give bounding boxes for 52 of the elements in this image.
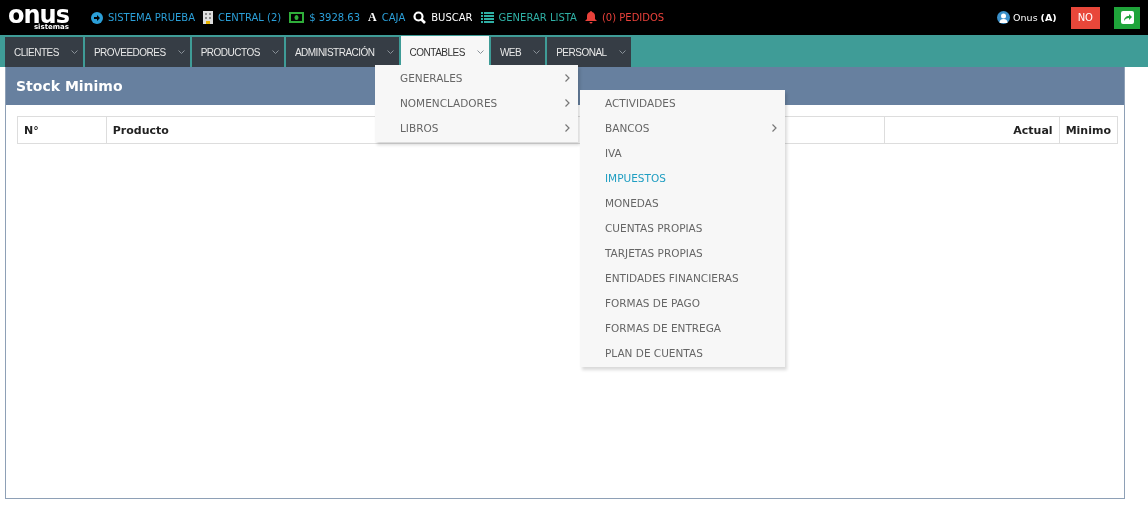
chevron-down-icon	[271, 50, 279, 54]
column-header: N°	[17, 116, 107, 144]
menu-item[interactable]: MONEDAS	[580, 190, 785, 215]
menu-item[interactable]: TARJETAS PROPIAS	[580, 240, 785, 265]
menu-item[interactable]: ENTIDADES FINANCIERAS	[580, 265, 785, 290]
user-name[interactable]: Onus	[1013, 12, 1038, 23]
chevron-right-icon	[772, 123, 777, 132]
search-icon	[413, 11, 427, 24]
topbar-link[interactable]: BUSCAR	[431, 12, 473, 23]
user-role: (A)	[1040, 12, 1057, 23]
chevron-down-icon	[533, 50, 541, 54]
menu-item[interactable]: FORMAS DE ENTREGA	[580, 315, 785, 340]
topbar-link[interactable]: (0) PEDIDOS	[601, 12, 665, 23]
chevron-down-icon	[476, 50, 484, 54]
column-header: Actual	[884, 116, 1060, 144]
nav-tab[interactable]: WEB	[488, 37, 546, 67]
menu-item[interactable]: LIBROS	[375, 115, 578, 140]
chevron-right-icon	[565, 98, 570, 107]
bell-icon	[584, 11, 597, 24]
menu-item[interactable]: PLAN DE CUENTAS	[580, 340, 785, 365]
nav-tab[interactable]: CONTABLES	[398, 36, 489, 68]
topbar-link[interactable]: $ 3928.63	[309, 12, 361, 23]
topbar-link[interactable]: SISTEMA PRUEBA	[107, 12, 195, 23]
chevron-right-icon	[565, 73, 570, 82]
menu-item[interactable]: GENERALES	[375, 65, 578, 90]
nav-tab[interactable]: PERSONAL	[545, 37, 631, 67]
banknote-icon	[289, 12, 305, 23]
building-icon	[203, 11, 213, 24]
topbar-link[interactable]: CENTRAL (2)	[218, 12, 282, 23]
menu-item[interactable]: BANCOS	[580, 115, 785, 140]
menu-item[interactable]: IMPUESTOS	[580, 165, 785, 190]
menu-item[interactable]: FORMAS DE PAGO	[580, 290, 785, 315]
column-header: Minimo	[1059, 116, 1118, 144]
chevron-right-icon	[565, 123, 570, 132]
nav-tab[interactable]: CLIENTES	[3, 37, 83, 67]
nav-tab[interactable]: PRODUCTOS	[189, 37, 284, 67]
chevron-down-icon	[177, 50, 185, 54]
nav-tab[interactable]: PROVEEDORES	[82, 37, 190, 67]
share-button[interactable]	[1114, 6, 1140, 29]
menu-item[interactable]: CUENTAS PROPIAS	[580, 215, 785, 240]
share-icon	[1120, 11, 1134, 24]
user-avatar-icon	[997, 11, 1011, 24]
font-icon: A	[368, 10, 377, 25]
chevron-down-icon	[70, 50, 78, 54]
chevron-down-icon	[618, 50, 626, 54]
topbar-link[interactable]: CAJA	[381, 12, 406, 23]
no-button[interactable]: NO	[1070, 6, 1100, 29]
arrow-circle-icon	[90, 11, 103, 24]
topbar-link[interactable]: GENERAR LISTA	[498, 12, 577, 23]
chevron-down-icon	[386, 50, 394, 54]
nav-tab[interactable]: ADMINISTRACIÓN	[283, 37, 399, 67]
list-icon	[480, 12, 494, 23]
